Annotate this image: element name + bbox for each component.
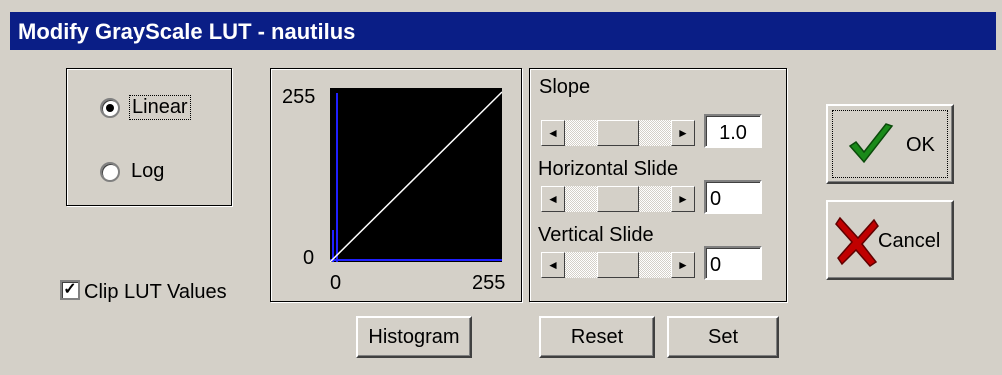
- vertical-slide-left-button[interactable]: ◄: [541, 252, 565, 278]
- lut-graph: [330, 88, 502, 262]
- horizontal-slide-thumb[interactable]: [597, 186, 639, 212]
- clip-lut-checkbox[interactable]: ✓: [60, 280, 80, 300]
- horizontal-slide-field[interactable]: 0: [704, 180, 762, 214]
- x-max-label: 255: [472, 272, 506, 294]
- histogram-button[interactable]: Histogram: [356, 316, 472, 358]
- vertical-slide-field[interactable]: 0: [704, 246, 762, 280]
- slope-right-button[interactable]: ►: [671, 120, 695, 146]
- modify-lut-dialog: Modify GrayScale LUT - nautilus Linear L…: [0, 0, 1002, 375]
- slope-left-button[interactable]: ◄: [541, 120, 565, 146]
- lut-graph-svg: [330, 91, 502, 262]
- slope-scrollbar[interactable]: ◄ ►: [541, 120, 695, 146]
- clip-lut-label[interactable]: Clip LUT Values: [84, 281, 227, 304]
- horizontal-slide-scrollbar[interactable]: ◄ ►: [541, 186, 695, 212]
- ok-button[interactable]: OK: [826, 104, 954, 184]
- horizontal-slide-left-button[interactable]: ◄: [541, 186, 565, 212]
- y-max-label: 255: [282, 86, 316, 108]
- vertical-slide-right-button[interactable]: ►: [671, 252, 695, 278]
- cancel-button[interactable]: Cancel: [826, 200, 954, 280]
- log-label[interactable]: Log: [131, 160, 164, 183]
- set-button[interactable]: Set: [667, 316, 779, 358]
- x-min-label: 0: [330, 272, 342, 294]
- vertical-slide-label: Vertical Slide: [538, 224, 654, 246]
- vertical-slide-thumb[interactable]: [597, 252, 639, 278]
- title-bar[interactable]: Modify GrayScale LUT - nautilus: [10, 12, 996, 50]
- lut-curve: [330, 91, 502, 262]
- mode-group: [66, 68, 232, 206]
- vertical-slide-scrollbar[interactable]: ◄ ►: [541, 252, 695, 278]
- slope-thumb[interactable]: [597, 120, 639, 146]
- slope-label: Slope: [539, 76, 591, 98]
- reset-button[interactable]: Reset: [539, 316, 655, 358]
- horizontal-slide-label: Horizontal Slide: [538, 158, 679, 180]
- cancel-label: Cancel: [878, 230, 941, 252]
- window-title: Modify GrayScale LUT - nautilus: [18, 19, 356, 44]
- linear-label[interactable]: Linear: [129, 95, 191, 120]
- linear-radio[interactable]: [100, 98, 120, 118]
- log-radio[interactable]: [100, 162, 120, 182]
- checkmark-icon: [848, 123, 894, 164]
- y-min-label: 0: [303, 247, 315, 269]
- horizontal-slide-right-button[interactable]: ►: [671, 186, 695, 212]
- slope-field[interactable]: 1.0: [704, 114, 762, 148]
- ok-label: OK: [906, 134, 935, 156]
- x-mark-icon: [835, 216, 879, 267]
